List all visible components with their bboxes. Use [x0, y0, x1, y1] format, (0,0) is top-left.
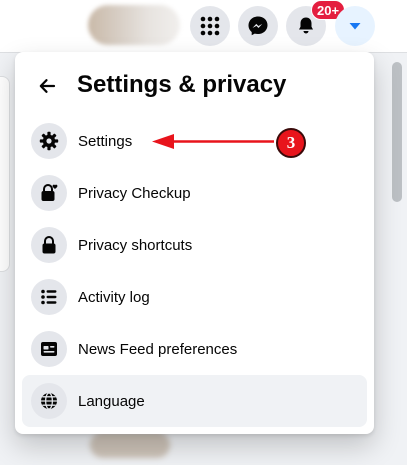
- back-button[interactable]: [29, 68, 65, 104]
- menu-button[interactable]: [190, 6, 230, 46]
- menu-item-activity-log[interactable]: Activity log: [22, 271, 367, 323]
- panel-title: Settings & privacy: [77, 71, 287, 98]
- feed-icon: [31, 331, 67, 367]
- bell-icon: [299, 17, 313, 34]
- menu-item-privacy-checkup[interactable]: Privacy Checkup: [22, 167, 367, 219]
- caret-down-icon: [349, 23, 361, 30]
- profile-shortcut-blurred[interactable]: [88, 5, 180, 45]
- messenger-button[interactable]: [238, 6, 278, 46]
- annotation-arrow: [152, 134, 274, 149]
- menu-item-news-feed-preferences[interactable]: News Feed preferences: [22, 323, 367, 375]
- arrow-left-icon: [39, 79, 56, 93]
- grid-menu-icon: [200, 16, 220, 36]
- menu-item-label: News Feed preferences: [78, 340, 238, 358]
- settings-menu-list: Settings Privacy Checkup Privacy shortcu…: [22, 115, 367, 427]
- top-navigation-bar: 20+: [0, 0, 407, 53]
- scrollbar-thumb[interactable]: [392, 62, 402, 202]
- menu-item-language[interactable]: Language: [22, 375, 367, 427]
- messenger-icon: [248, 16, 268, 36]
- menu-item-label: Privacy Checkup: [78, 184, 191, 202]
- list-icon: [31, 279, 67, 315]
- background-card: [0, 76, 10, 272]
- menu-item-label: Privacy shortcuts: [78, 236, 193, 254]
- menu-item-label: Language: [78, 392, 145, 410]
- menu-item-label: Settings: [78, 132, 133, 150]
- menu-item-label: Activity log: [78, 288, 150, 306]
- panel-header: Settings & privacy: [15, 52, 374, 120]
- background-blurred-content: [90, 432, 170, 458]
- gear-icon: [31, 123, 67, 159]
- step-number-badge: 3: [276, 128, 306, 158]
- settings-privacy-panel: Settings & privacy Settings Privacy Chec…: [15, 52, 374, 434]
- account-menu-button[interactable]: [335, 6, 375, 46]
- lock-heart-icon: [31, 175, 67, 211]
- lock-icon: [31, 227, 67, 263]
- globe-icon: [31, 383, 67, 419]
- menu-item-privacy-shortcuts[interactable]: Privacy shortcuts: [22, 219, 367, 271]
